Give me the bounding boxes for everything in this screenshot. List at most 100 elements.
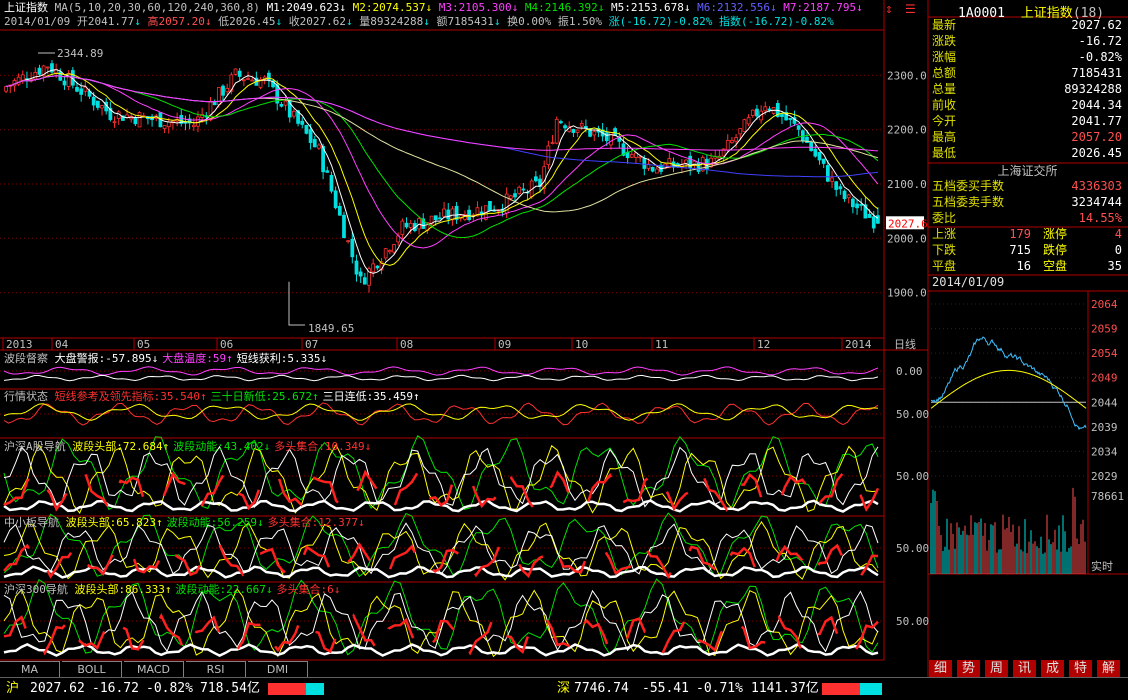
candle-body — [654, 168, 659, 174]
indicator-4-title[interactable]: 中小板导航 波段头部:65.823↑ 波段动能:56.259↓ 多头集合:12.37… — [4, 516, 369, 530]
candle-body — [842, 190, 847, 200]
candle-body — [442, 208, 446, 217]
right-tab[interactable]: 细 — [929, 660, 953, 677]
advance-row: 上涨 179 涨停 4 — [932, 227, 1122, 241]
indicator-value: 波段头部:72.684 — [72, 440, 163, 453]
candle-body — [508, 195, 513, 199]
candle-body — [579, 122, 584, 127]
tab-dmi[interactable]: DMI — [248, 661, 308, 677]
indicator-value: 大盘警报:-57.895 — [54, 352, 152, 365]
right-tab[interactable]: 势 — [957, 660, 981, 677]
candle-body — [730, 139, 734, 143]
candle-body — [542, 166, 547, 189]
quote-row: 最新 2027.62 — [932, 18, 1122, 32]
candle-body — [408, 222, 413, 228]
candle-body — [383, 248, 388, 259]
candle-body — [446, 209, 451, 220]
intraday-axis-label: 2064 — [1091, 298, 1118, 311]
tab-macd[interactable]: MACD — [124, 661, 184, 677]
ma-m7: M7:2187.795 — [783, 1, 857, 14]
indicator-value: 波段动能:56.259 — [166, 516, 257, 529]
candle-body — [513, 193, 517, 198]
ma-line — [6, 75, 878, 178]
realtime-label: 实时 — [1091, 559, 1113, 573]
time-axis-label: 07 — [305, 338, 318, 351]
close-value: 收2027.62 — [288, 15, 347, 28]
tab-boll[interactable]: BOLL — [62, 661, 122, 677]
intraday-axis-label: 2049 — [1091, 372, 1118, 385]
indicator-value: 多头集合:6 — [276, 583, 334, 596]
candle-body — [767, 108, 772, 111]
indicator-3-title[interactable]: 沪深A股导航 波段头部:72.684↑ 波段动能:43.402↓ 多头集合:10.3… — [4, 440, 375, 454]
candle-body — [191, 124, 196, 128]
indicator-value: 三日连低:35.459 — [322, 390, 413, 403]
quote-row: 最高 2057.20 — [932, 130, 1122, 144]
candle-body — [279, 103, 284, 107]
indicator-2-title[interactable]: 行情状态 短线参考及领先指标:35.540↑ 三十日新低:25.672↑ 三日连低:… — [4, 390, 424, 404]
candle-body — [834, 181, 839, 190]
candle-body — [358, 271, 363, 277]
indicator-line — [3, 445, 879, 509]
indicator-axis-label: 50.00 — [896, 542, 929, 555]
candle-body — [4, 86, 8, 92]
right-tab[interactable]: 成 — [1041, 660, 1065, 677]
candle-body — [550, 142, 555, 144]
candle-body — [166, 121, 171, 128]
sz-price: 7746.74 — [574, 681, 629, 696]
candle-body — [696, 162, 701, 172]
candle-body — [846, 194, 851, 199]
candle-body — [763, 106, 768, 112]
ma-m5: M5:2153.678 — [611, 1, 684, 14]
indicator-1-title[interactable]: 波段督察 大盘警报:-57.895↓ 大盘温度:59↑ 短线获利:5.335↓ — [4, 352, 331, 366]
bar-date: 2014/01/09 — [4, 15, 71, 28]
indicator-value: 短线参考及领先指标:35.540 — [54, 390, 200, 403]
scroll-up-icon[interactable]: ⇕ — [885, 2, 893, 17]
right-tab[interactable]: 周 — [985, 660, 1009, 677]
indicator-5-title[interactable]: 沪深300导航 波段头部:86.333↑ 波段动能:22.667↓ 多头集合:6↓ — [4, 583, 344, 597]
time-axis-label: 2013 — [6, 338, 33, 351]
indicator-value: 短线获利:5.335 — [236, 352, 321, 365]
candle-body — [237, 70, 242, 77]
candle-body — [821, 158, 826, 164]
candle-body — [755, 108, 759, 117]
quote-row: 总量 89324288 — [932, 82, 1122, 96]
candle-body — [37, 67, 42, 75]
low-label: 1849.65 — [308, 322, 354, 335]
menu-icon[interactable]: ☰ — [905, 2, 916, 16]
candle-body — [746, 117, 751, 125]
index-title: 上证指数 — [4, 1, 48, 14]
candle-body — [533, 176, 538, 182]
right-tab[interactable]: 解 — [1097, 660, 1121, 677]
candle-body — [371, 263, 376, 273]
tab-rsi[interactable]: RSI — [186, 661, 246, 677]
candle-body — [112, 121, 117, 124]
status-bar: 沪 2027.62 -16.72 -0.82% 718.54亿 深 7746.7… — [0, 677, 1128, 700]
right-tab[interactable]: 讯 — [1013, 660, 1037, 677]
candle-body — [225, 87, 230, 93]
right-tab[interactable]: 特 — [1069, 660, 1093, 677]
candle-body — [62, 80, 67, 86]
quote-row: 今开 2041.77 — [932, 114, 1122, 128]
candle-body — [613, 128, 617, 136]
index-change-value: 指数(-16.72)-0.82% — [718, 15, 834, 28]
candle-body — [825, 165, 830, 182]
candle-body — [283, 100, 288, 106]
candle-body — [871, 216, 876, 229]
candle-body — [554, 118, 559, 144]
intraday-axis-label: 2034 — [1091, 445, 1118, 458]
candle-body — [137, 112, 142, 128]
sz-breadth-bar — [822, 683, 882, 695]
tab-ma[interactable]: MA — [0, 661, 60, 677]
sh-amount: 718.54亿 — [200, 681, 260, 696]
candle-body — [267, 72, 271, 81]
candle-body — [725, 140, 730, 151]
candle-body — [780, 114, 784, 117]
indicator-axis-label: 50.00 — [896, 408, 929, 421]
candle-body — [300, 120, 305, 125]
indicator-value: 多头集合:12.377 — [267, 516, 358, 529]
candle-body — [100, 105, 104, 109]
candle-body — [329, 174, 334, 192]
ma-m1: M1:2049.623 — [266, 1, 340, 14]
candle-body — [867, 213, 872, 218]
candle-body — [392, 244, 396, 253]
